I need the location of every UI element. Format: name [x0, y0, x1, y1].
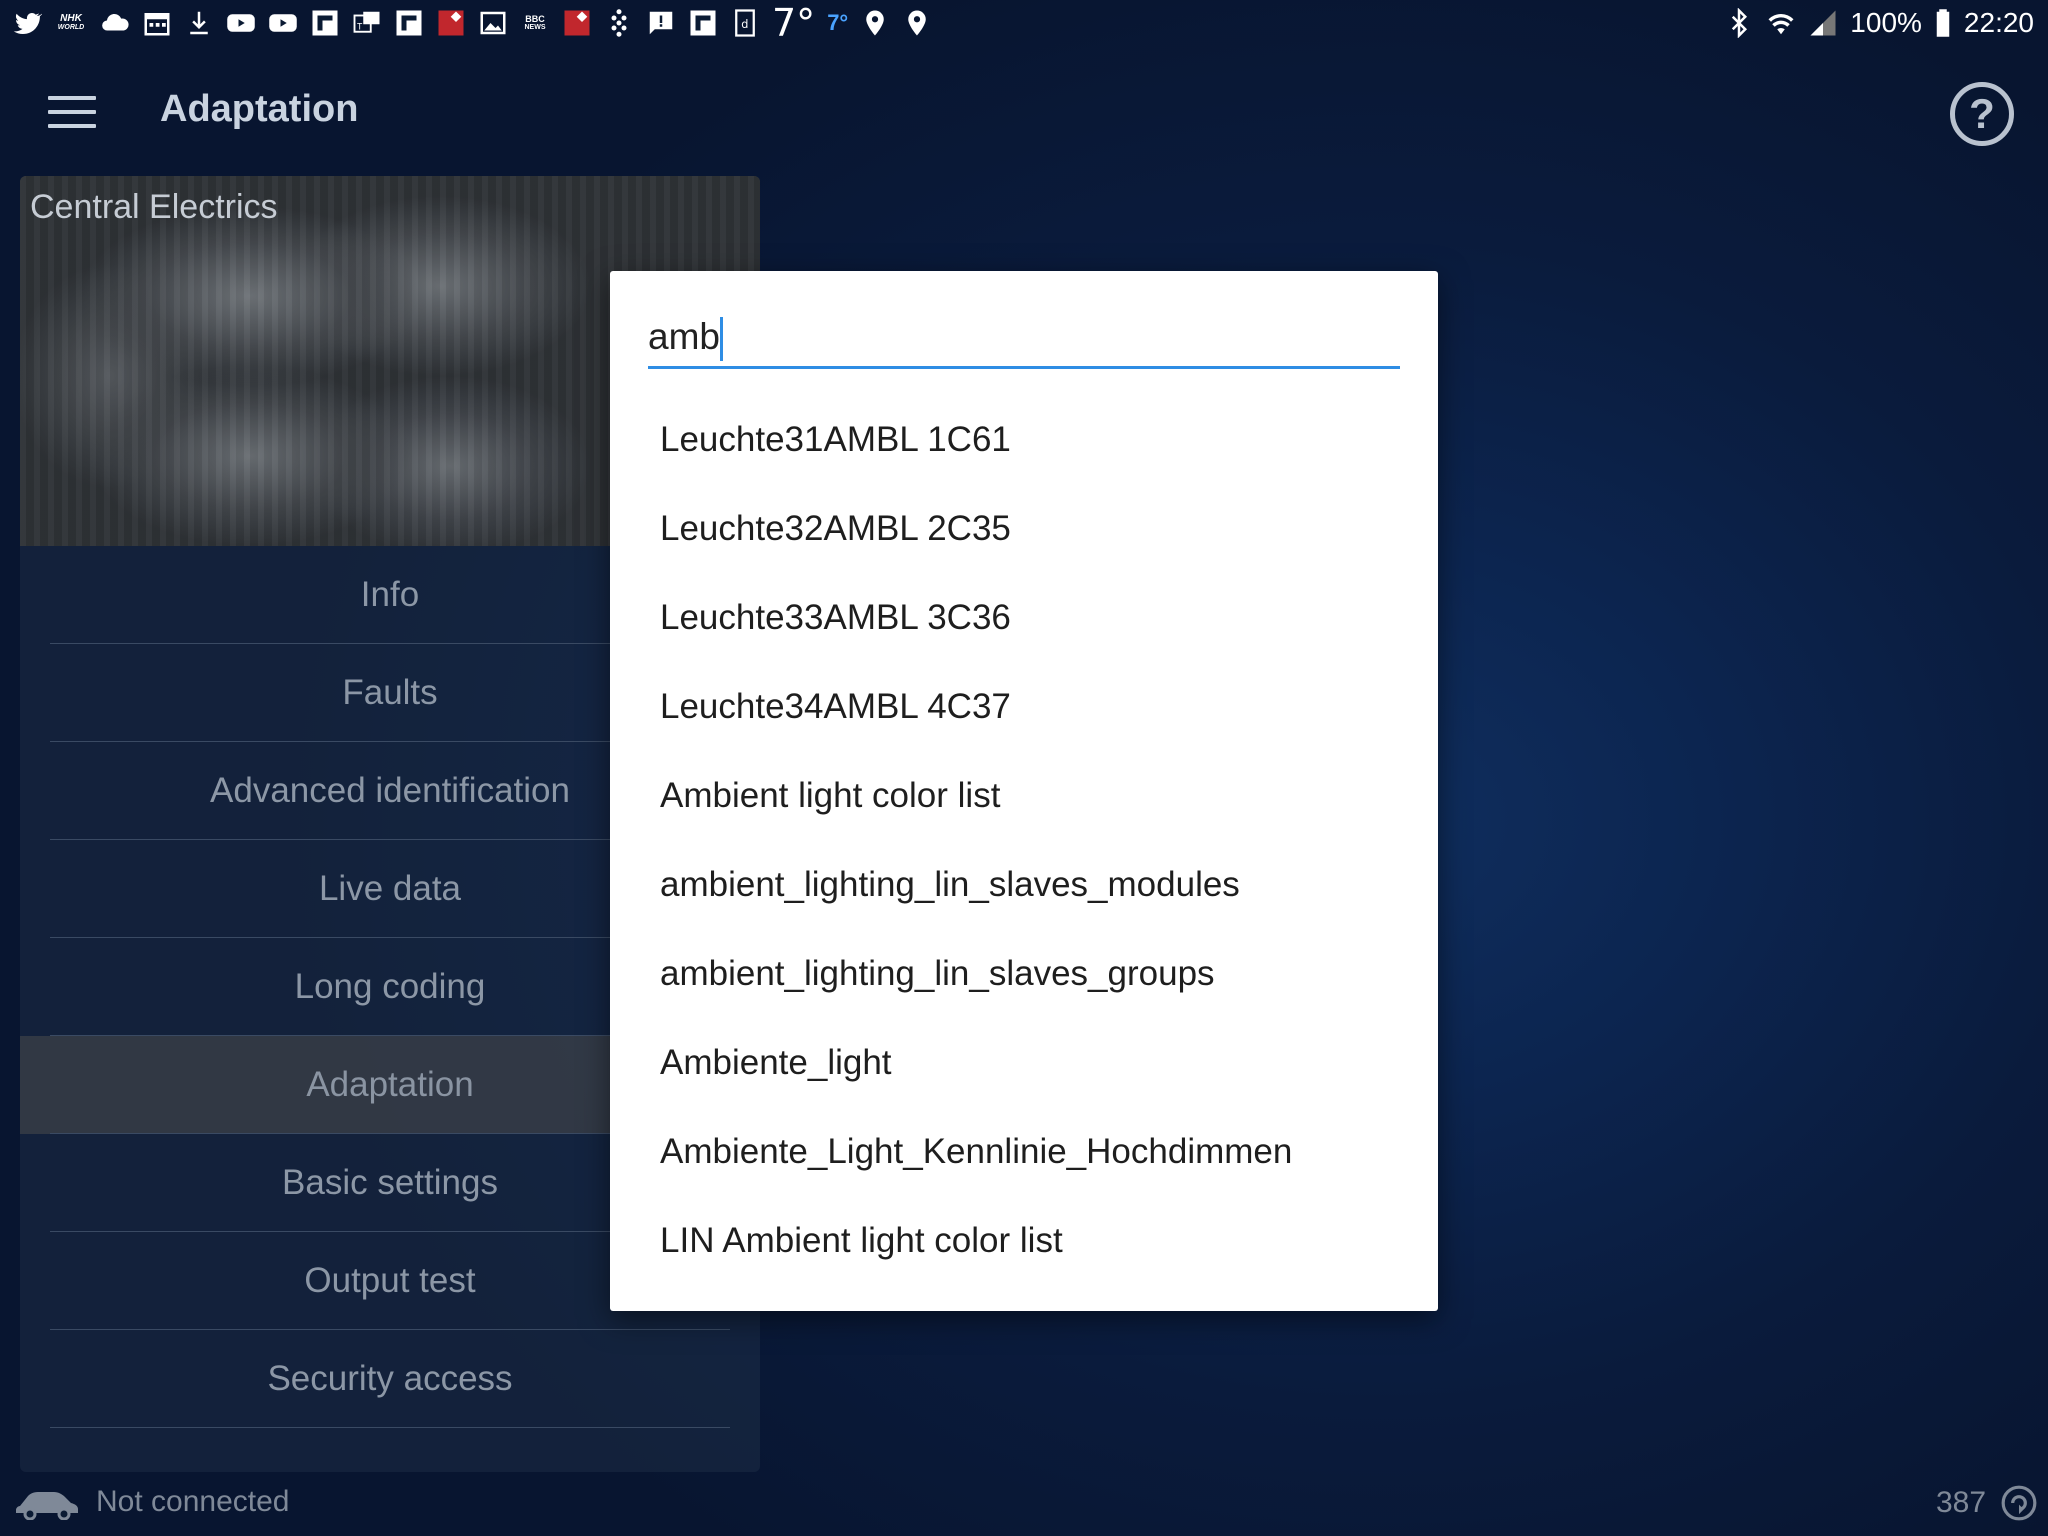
search-result-item[interactable]: Leuchte31AMBL 1C61	[610, 395, 1438, 484]
search-result-item[interactable]: Leuchte33AMBL 3C36	[610, 573, 1438, 662]
menu-item-label: Live data	[318, 869, 462, 908]
weather-temp-large: 7°	[772, 1, 816, 45]
menu-item-label: Info	[360, 575, 420, 614]
nhk-world-icon: NHK WORLD	[54, 8, 88, 38]
menu-item-label: Adaptation	[306, 1065, 474, 1104]
image-icon	[478, 8, 508, 38]
hamburger-menu-icon[interactable]	[48, 96, 96, 132]
bbc-news-icon: BBC NEWS	[520, 8, 550, 38]
search-results-list: Leuchte31AMBL 1C61 Leuchte32AMBL 2C35 Le…	[610, 395, 1438, 1285]
refresh-icon[interactable]	[2000, 1484, 2038, 1522]
location-pin-icon-2	[902, 8, 932, 38]
connection-status: Not connected	[14, 1484, 289, 1520]
nhk-line2: WORLD	[57, 24, 85, 31]
alert-message-icon	[646, 8, 676, 38]
battery-percent: 100%	[1850, 7, 1922, 38]
search-input[interactable]	[648, 311, 1400, 363]
notification-icons: NHK WORLD T BBC NEWS d 7° 7°	[12, 0, 932, 46]
menu-item-label: Basic settings	[282, 1163, 498, 1202]
search-field-wrapper	[648, 311, 1400, 369]
search-dialog: Leuchte31AMBL 1C61 Leuchte32AMBL 2C35 Le…	[610, 271, 1438, 1311]
bbc-line1: BBC	[525, 14, 545, 24]
download-icon	[184, 8, 214, 38]
page-title: Adaptation	[160, 88, 359, 130]
menu-item-label: Long coding	[294, 967, 486, 1006]
help-icon[interactable]: ?	[1950, 82, 2014, 146]
app-bar: Adaptation ?	[0, 46, 2048, 182]
search-result-item[interactable]: Ambiente_Light_Kennlinie_Hochdimmen	[610, 1107, 1438, 1196]
red-news-app-icon	[436, 8, 466, 38]
module-title: Central Electrics	[30, 188, 278, 226]
battery-icon	[1934, 8, 1952, 38]
menu-item-security-access[interactable]: Security access	[20, 1330, 760, 1428]
red-news-app-icon-2	[562, 8, 592, 38]
document-d-icon: d	[730, 8, 760, 38]
search-result-item[interactable]: Ambiente_light	[610, 1018, 1438, 1107]
search-result-item[interactable]: Leuchte32AMBL 2C35	[610, 484, 1438, 573]
youtube-icon-2	[268, 8, 298, 38]
flipboard-icon-2	[394, 8, 424, 38]
search-result-item[interactable]: LIN Ambient light color list	[610, 1196, 1438, 1285]
flipboard-icon	[310, 8, 340, 38]
menu-item-label: Output test	[304, 1261, 476, 1300]
cellular-signal-icon	[1808, 8, 1838, 38]
wifi-icon	[1766, 8, 1796, 38]
app-screen: NHK WORLD T BBC NEWS d 7° 7° 100% 22:20 …	[0, 0, 2048, 1536]
menu-item-label: Faults	[342, 673, 438, 712]
diamond-dots-icon	[604, 8, 634, 38]
tablet-news-icon: T	[352, 8, 382, 38]
search-result-item[interactable]: Ambient light color list	[610, 751, 1438, 840]
footer-right: 387	[1936, 1484, 2038, 1522]
menu-item-label: Advanced identification	[210, 771, 570, 810]
item-count: 387	[1936, 1486, 1987, 1519]
search-result-item[interactable]: ambient_lighting_lin_slaves_modules	[610, 840, 1438, 929]
status-bar: NHK WORLD T BBC NEWS d 7° 7° 100% 22:20	[0, 0, 2048, 46]
youtube-icon	[226, 8, 256, 38]
twitter-icon	[12, 8, 42, 38]
cloud-icon	[100, 8, 130, 38]
calendar-icon	[142, 8, 172, 38]
bbc-line2: NEWS	[524, 24, 546, 31]
menu-item-label: Security access	[267, 1359, 513, 1398]
flipboard-icon-3	[688, 8, 718, 38]
search-result-item[interactable]: Leuchte34AMBL 4C37	[610, 662, 1438, 751]
system-status: 100% 22:20	[1724, 0, 2034, 46]
svg-text:d: d	[741, 18, 748, 31]
location-pin-icon	[860, 8, 890, 38]
bluetooth-icon	[1724, 8, 1754, 38]
search-result-item[interactable]: ambient_lighting_lin_slaves_groups	[610, 929, 1438, 1018]
car-icon	[16, 1492, 78, 1520]
connection-text: Not connected	[96, 1485, 290, 1518]
text-cursor	[720, 317, 723, 361]
weather-temp-small: 7°	[827, 10, 849, 35]
svg-text:T: T	[357, 21, 363, 31]
clock: 22:20	[1963, 7, 2034, 38]
nhk-line1: NHK	[60, 13, 82, 24]
